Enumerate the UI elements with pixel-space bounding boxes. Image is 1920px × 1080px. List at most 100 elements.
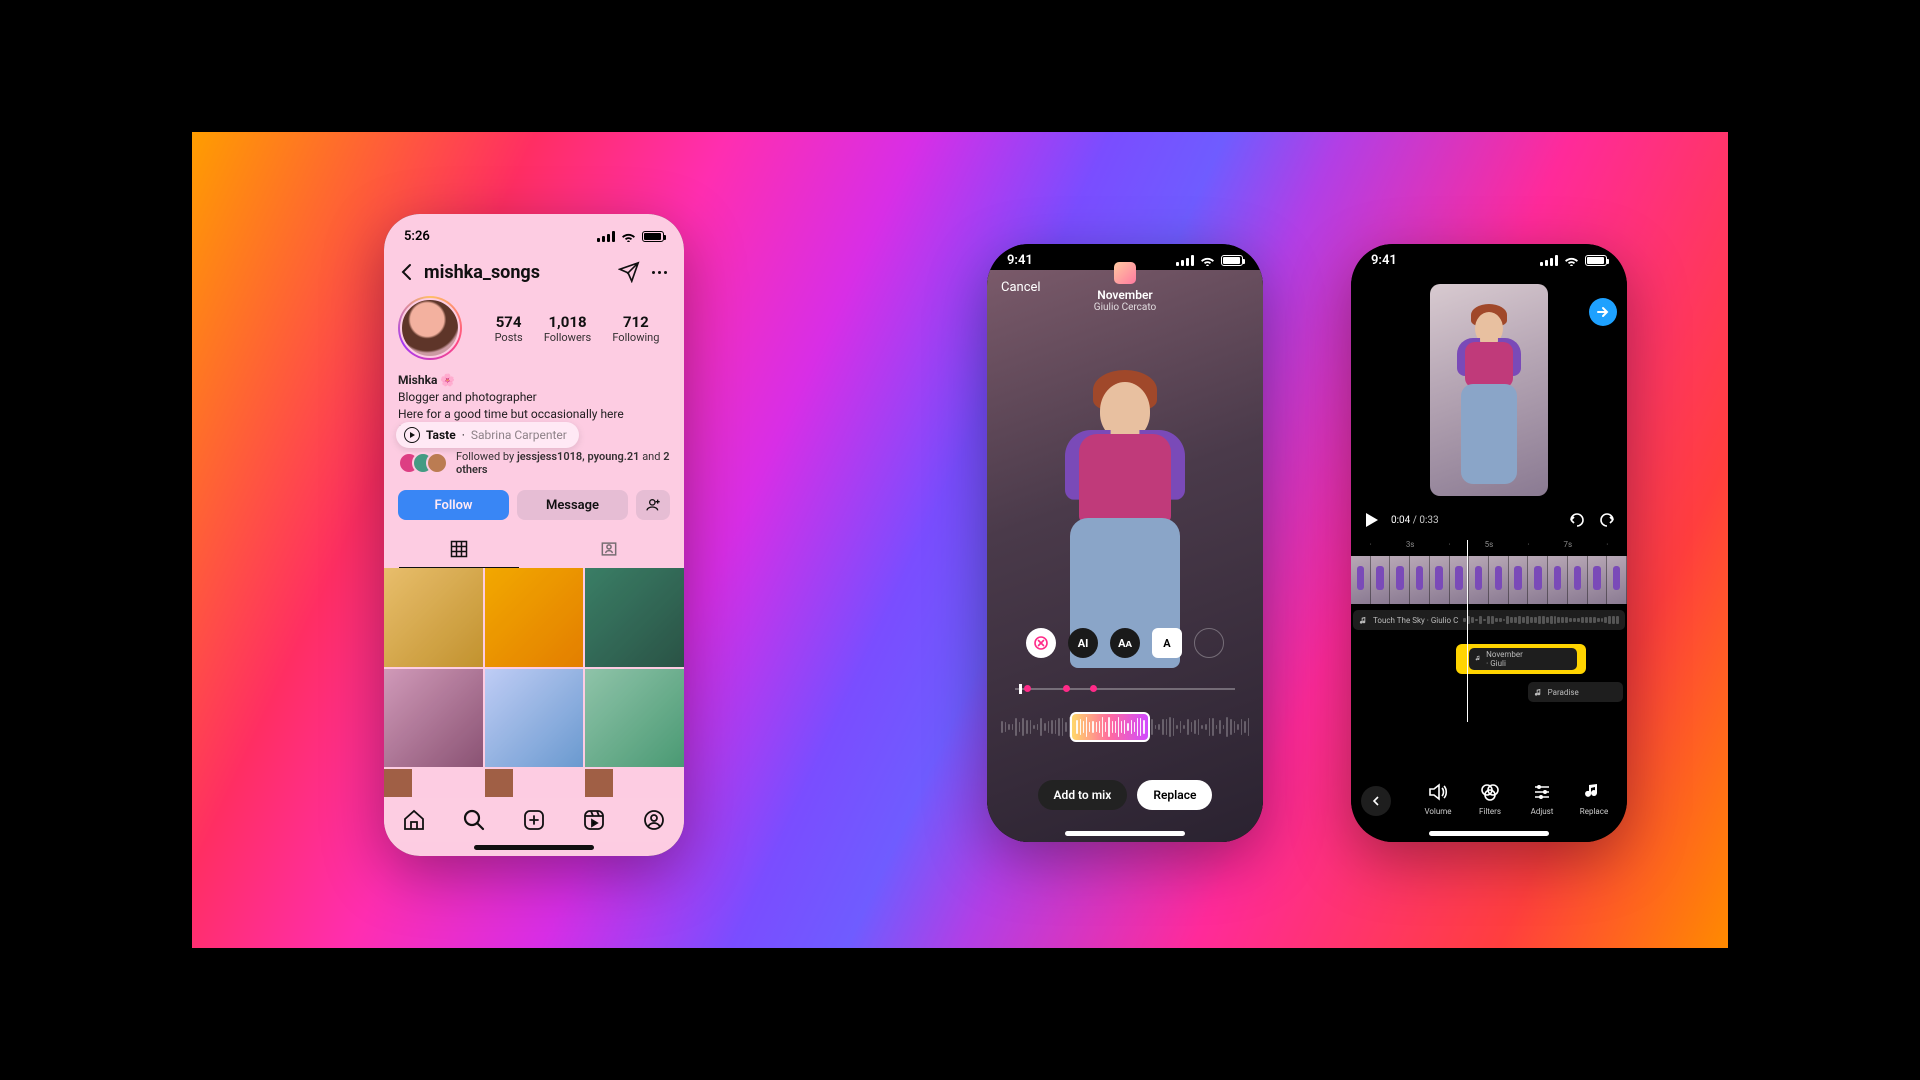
- undo-button[interactable]: [1567, 510, 1587, 530]
- phone-profile: 5:26 mishka_songs 574Posts 1,018Follower…: [384, 214, 684, 856]
- suggest-users-button[interactable]: [636, 490, 670, 520]
- post-thumb[interactable]: [384, 568, 483, 667]
- volume-icon: [1427, 781, 1449, 803]
- tool-style-button[interactable]: A: [1152, 628, 1182, 658]
- collapse-button[interactable]: [1361, 786, 1391, 816]
- status-time: 5:26: [404, 229, 430, 244]
- tool-filters[interactable]: Filters: [1467, 781, 1513, 816]
- profile-music-chip[interactable]: Taste · Sabrina Carpenter: [396, 422, 579, 448]
- nav-search-icon[interactable]: [462, 808, 486, 832]
- music-note-icon: [1475, 655, 1481, 664]
- profile-username: mishka_songs: [424, 262, 540, 283]
- replace-icon: [1583, 781, 1605, 803]
- trim-handle-right[interactable]: [1577, 648, 1582, 670]
- stat-posts[interactable]: 574Posts: [495, 313, 523, 344]
- profile-avatar[interactable]: [398, 296, 462, 360]
- video-preview: [987, 270, 1263, 842]
- trim-handle-left[interactable]: [1460, 648, 1465, 670]
- battery-icon: [642, 231, 664, 242]
- adjust-icon: [1531, 781, 1553, 803]
- tool-more-button[interactable]: [1194, 628, 1224, 658]
- post-thumb[interactable]: [485, 669, 584, 768]
- wifi-icon: [621, 231, 636, 242]
- wifi-icon: [1200, 255, 1215, 266]
- follow-button[interactable]: Follow: [398, 490, 509, 520]
- promo-stage: 5:26 mishka_songs 574Posts 1,018Follower…: [192, 132, 1728, 948]
- play-button[interactable]: [1361, 510, 1381, 530]
- phone-audio-picker: 9:41 Cancel November Giulio Cercato AI A…: [987, 244, 1263, 842]
- music-note-icon: [1359, 616, 1368, 625]
- tool-adjust[interactable]: Adjust: [1519, 781, 1565, 816]
- home-indicator: [1065, 831, 1185, 836]
- playhead[interactable]: [1467, 540, 1469, 722]
- audio-track-2-selected[interactable]: November · Giuli: [1456, 644, 1586, 674]
- post-thumb[interactable]: [485, 568, 584, 667]
- back-icon[interactable]: [398, 263, 416, 281]
- nav-create-icon[interactable]: [522, 808, 546, 832]
- posts-grid: [384, 568, 684, 797]
- editor-toolbar: Volume Filters Adjust Replace: [1351, 781, 1627, 816]
- status-time: 9:41: [1007, 253, 1033, 268]
- post-thumb[interactable]: [384, 769, 412, 797]
- wifi-icon: [1564, 255, 1579, 266]
- video-preview[interactable]: [1430, 284, 1548, 496]
- phone-timeline-editor: 9:41 0:04 / 0:33 ·3s·5s·7s· Touch The Sk…: [1351, 244, 1627, 842]
- cellular-icon: [597, 231, 615, 242]
- profile-stats-row: 574Posts 1,018Followers 712Following: [384, 296, 684, 360]
- filters-icon: [1479, 781, 1501, 803]
- playback-time: 0:04 / 0:33: [1391, 515, 1439, 526]
- post-thumb[interactable]: [585, 669, 684, 768]
- nav-reels-icon[interactable]: [582, 808, 606, 832]
- status-signals: [597, 231, 664, 242]
- cellular-icon: [1540, 255, 1558, 266]
- timeline-ruler: ·3s·5s·7s·: [1351, 540, 1627, 554]
- bottom-nav: [384, 798, 684, 842]
- next-button[interactable]: [1589, 298, 1617, 326]
- status-signals: [1540, 255, 1607, 266]
- more-icon[interactable]: [648, 261, 670, 283]
- tool-remove-button[interactable]: [1026, 628, 1056, 658]
- tab-tagged[interactable]: [534, 530, 684, 568]
- audio-track-1[interactable]: Touch The Sky · Giulio C: [1353, 610, 1625, 630]
- home-indicator: [474, 845, 594, 850]
- status-bar: 9:41: [987, 244, 1263, 276]
- post-thumb[interactable]: [384, 669, 483, 768]
- tab-grid[interactable]: [384, 530, 534, 568]
- video-frames[interactable]: [1351, 556, 1627, 604]
- replace-button[interactable]: Replace: [1137, 780, 1212, 810]
- post-thumb[interactable]: [585, 769, 613, 797]
- status-time: 9:41: [1371, 253, 1397, 268]
- message-button[interactable]: Message: [517, 490, 628, 520]
- post-thumb[interactable]: [485, 769, 513, 797]
- battery-icon: [1585, 255, 1607, 266]
- music-note-icon: [1534, 688, 1543, 697]
- status-bar: 9:41: [1351, 244, 1627, 276]
- stat-followers[interactable]: 1,018Followers: [544, 313, 591, 344]
- audio-markers[interactable]: [1015, 688, 1235, 690]
- add-to-mix-button[interactable]: Add to mix: [1038, 780, 1128, 810]
- stat-following[interactable]: 712Following: [612, 313, 659, 344]
- audio-track-3[interactable]: Paradise: [1528, 682, 1623, 702]
- nav-home-icon[interactable]: [402, 808, 426, 832]
- followed-by[interactable]: Followed by jessjess1018, pyoung.21 and …: [398, 450, 670, 476]
- profile-header: mishka_songs: [384, 254, 684, 290]
- post-thumb[interactable]: [585, 568, 684, 667]
- text-tools: AI Aᴀ A: [987, 628, 1263, 658]
- tool-font-button[interactable]: Aᴀ: [1110, 628, 1140, 658]
- cellular-icon: [1176, 255, 1194, 266]
- play-icon: [404, 427, 420, 443]
- battery-icon: [1221, 255, 1243, 266]
- status-signals: [1176, 255, 1243, 266]
- audio-waveform[interactable]: [1001, 708, 1249, 746]
- follower-avatars: [398, 452, 448, 474]
- redo-button[interactable]: [1597, 510, 1617, 530]
- waveform-selection[interactable]: [1070, 712, 1150, 742]
- home-indicator: [1429, 831, 1549, 836]
- tool-replace[interactable]: Replace: [1571, 781, 1617, 816]
- status-bar: 5:26: [384, 220, 684, 252]
- nav-profile-icon[interactable]: [642, 808, 666, 832]
- playback-bar: 0:04 / 0:33: [1351, 506, 1627, 534]
- tool-volume[interactable]: Volume: [1415, 781, 1461, 816]
- tool-ai-button[interactable]: AI: [1068, 628, 1098, 658]
- share-icon[interactable]: [618, 261, 640, 283]
